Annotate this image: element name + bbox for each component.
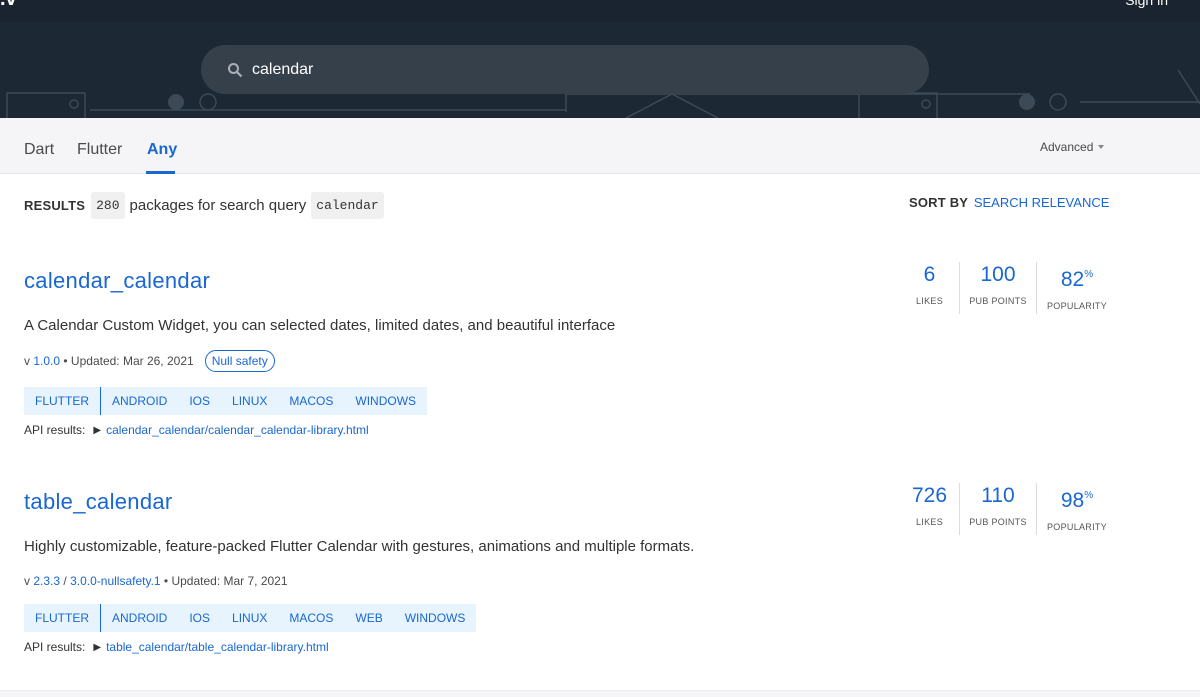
- platform-tags: FLUTTER ANDROID IOS LINUX MACOS WINDOWS: [24, 387, 428, 415]
- package-title[interactable]: calendar_calendar: [24, 268, 210, 294]
- api-results-label: API results:: [24, 640, 86, 654]
- tag-ios[interactable]: IOS: [178, 387, 221, 415]
- likes-metric: 6 LIKES: [900, 262, 960, 314]
- search-bar[interactable]: [201, 45, 929, 94]
- site-logo[interactable]: .v: [0, 0, 17, 11]
- popularity-metric: 82% POPULARITY: [1037, 262, 1117, 314]
- caret-down-icon: [1098, 145, 1105, 149]
- tag-flutter[interactable]: FLUTTER: [24, 604, 101, 632]
- pub-points-value: 110: [981, 484, 1015, 507]
- version-link[interactable]: 1.0.0: [33, 354, 60, 368]
- api-results: API results: ▶ table_calendar/table_cale…: [24, 640, 329, 654]
- results-summary: RESULTS 280 packages for search query ca…: [24, 190, 384, 220]
- prerelease-version-link[interactable]: 3.0.0-nullsafety.1: [70, 574, 161, 588]
- advanced-label: Advanced: [1040, 140, 1094, 154]
- api-result-link[interactable]: calendar_calendar/calendar_calendar-libr…: [106, 423, 369, 437]
- api-results: API results: ▶ calendar_calendar/calenda…: [24, 423, 369, 437]
- package-meta: v 1.0.0 • Updated: Mar 26, 2021 Null saf…: [24, 350, 275, 372]
- results-label: RESULTS: [24, 197, 86, 213]
- popularity-unit: %: [1084, 490, 1094, 501]
- pub-points-label: PUB POINTS: [969, 296, 1027, 306]
- tag-macos[interactable]: MACOS: [278, 604, 344, 632]
- likes-value: 6: [923, 263, 936, 286]
- expand-triangle-icon[interactable]: ▶: [93, 642, 101, 653]
- tab-flutter[interactable]: Flutter: [77, 141, 122, 159]
- next-item-edge: [0, 690, 1200, 697]
- results-text: packages for search query: [129, 196, 307, 214]
- expand-triangle-icon[interactable]: ▶: [93, 425, 101, 436]
- version-link[interactable]: 2.3.3: [33, 574, 60, 588]
- popularity-metric: 98% POPULARITY: [1037, 483, 1117, 535]
- tag-android[interactable]: ANDROID: [101, 387, 178, 415]
- updated-text: • Updated: Mar 26, 2021: [63, 354, 194, 368]
- results-count: 280: [91, 191, 125, 219]
- updated-text: • Updated: Mar 7, 2021: [163, 574, 288, 588]
- null-safety-badge[interactable]: Null safety: [204, 350, 275, 372]
- active-tab-indicator: [146, 171, 175, 174]
- search-input[interactable]: [252, 60, 852, 79]
- tag-windows[interactable]: WINDOWS: [394, 604, 477, 632]
- package-description: A Calendar Custom Widget, you can select…: [24, 317, 616, 334]
- header-banner: .v Sign in: [0, 0, 1200, 118]
- package-metrics: 726 LIKES 110 PUB POINTS 98% POPULARITY: [900, 483, 1117, 535]
- version-separator: /: [63, 574, 67, 588]
- tag-ios[interactable]: IOS: [178, 604, 221, 632]
- sort-value[interactable]: SEARCH RELEVANCE: [974, 195, 1110, 210]
- likes-label: LIKES: [915, 517, 943, 527]
- platform-tabs: Dart Flutter Any Advanced: [0, 118, 1200, 174]
- api-results-label: API results:: [24, 423, 86, 437]
- version-prefix: v: [24, 574, 30, 588]
- tag-web[interactable]: WEB: [344, 604, 393, 632]
- tag-android[interactable]: ANDROID: [101, 604, 178, 632]
- likes-value: 726: [911, 484, 948, 507]
- pub-points-metric: 100 PUB POINTS: [960, 262, 1037, 314]
- popularity-value: 98: [1060, 489, 1085, 512]
- package-title[interactable]: table_calendar: [24, 489, 173, 515]
- tag-flutter[interactable]: FLUTTER: [24, 387, 101, 415]
- tag-linux[interactable]: LINUX: [221, 387, 278, 415]
- api-result-link[interactable]: table_calendar/table_calendar-library.ht…: [106, 640, 329, 654]
- likes-metric: 726 LIKES: [900, 483, 960, 535]
- results-query: calendar: [311, 191, 384, 219]
- sort-control[interactable]: SORT BY SEARCH RELEVANCE: [909, 195, 1109, 210]
- sort-label: SORT BY: [909, 195, 969, 210]
- version-prefix: v: [24, 354, 30, 368]
- advanced-dropdown[interactable]: Advanced: [1040, 140, 1105, 154]
- popularity-label: POPULARITY: [1046, 522, 1107, 532]
- tab-dart[interactable]: Dart: [24, 141, 54, 159]
- tag-linux[interactable]: LINUX: [221, 604, 278, 632]
- popularity-unit: %: [1084, 269, 1094, 280]
- popularity-label: POPULARITY: [1046, 301, 1107, 311]
- pub-points-metric: 110 PUB POINTS: [960, 483, 1037, 535]
- platform-tags: FLUTTER ANDROID IOS LINUX MACOS WEB WIND…: [24, 604, 477, 632]
- search-icon: [228, 62, 243, 77]
- package-description: Highly customizable, feature-packed Flut…: [24, 538, 695, 555]
- likes-label: LIKES: [915, 296, 943, 306]
- tag-windows[interactable]: WINDOWS: [344, 387, 427, 415]
- tab-any[interactable]: Any: [147, 141, 177, 159]
- package-metrics: 6 LIKES 100 PUB POINTS 82% POPULARITY: [900, 262, 1117, 314]
- pub-points-value: 100: [980, 263, 1016, 286]
- tag-macos[interactable]: MACOS: [278, 387, 344, 415]
- sign-in-link[interactable]: Sign in: [1125, 0, 1168, 8]
- top-navbar: .v Sign in: [0, 0, 1200, 22]
- pub-points-label: PUB POINTS: [969, 517, 1027, 527]
- popularity-value: 82: [1060, 268, 1085, 291]
- package-meta: v 2.3.3 / 3.0.0-nullsafety.1 • Updated: …: [24, 574, 288, 588]
